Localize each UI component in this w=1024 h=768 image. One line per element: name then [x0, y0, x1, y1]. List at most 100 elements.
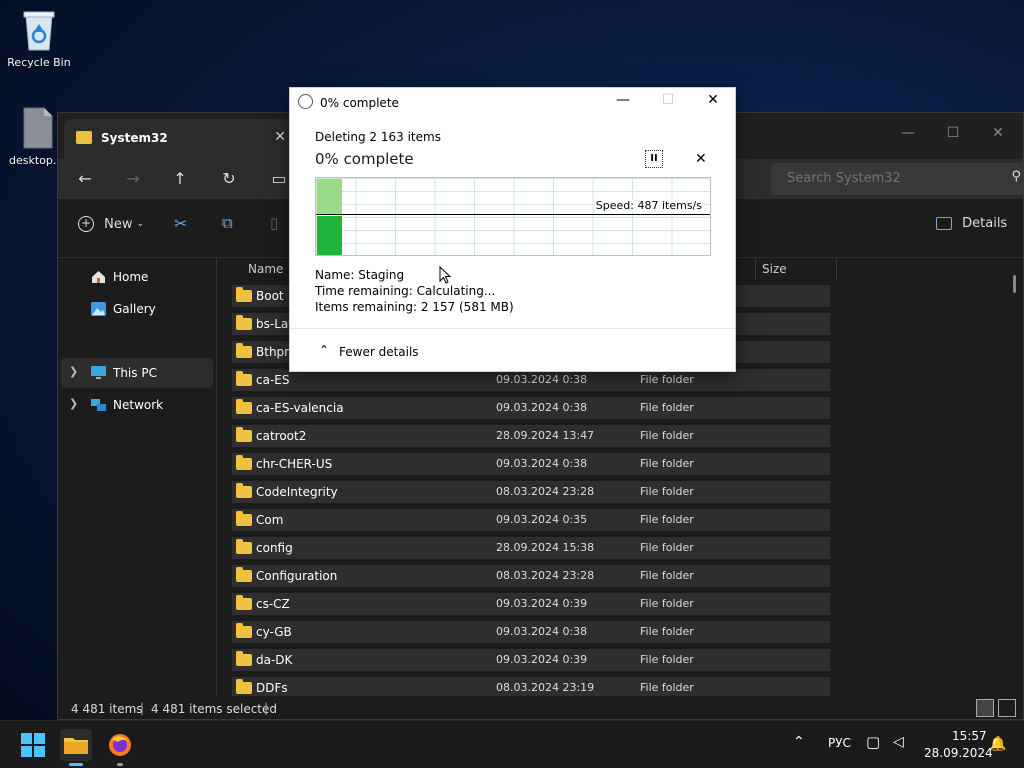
file-name: bs-Lat [256, 317, 293, 331]
dialog-title: 0% complete [320, 96, 399, 110]
table-row[interactable]: CodeIntegrity 08.03.2024 23:28 File folder [232, 481, 830, 503]
sidebar-label-network: Network [113, 398, 164, 412]
sidebar-item-home[interactable]: Home [61, 262, 213, 292]
dialog-minimize-icon[interactable]: — [609, 92, 637, 112]
dialog-maximize-icon: ☐ [661, 92, 675, 108]
details-view-icon[interactable] [976, 699, 994, 717]
progress-fill-light [317, 179, 342, 214]
copy-icon[interactable]: ⧉ [222, 214, 233, 232]
clock-icon [298, 94, 313, 109]
clock-date[interactable]: 28.09.2024 [924, 746, 993, 760]
pc-icon [91, 366, 106, 380]
file-type: File folder [640, 597, 694, 610]
table-row[interactable]: ca-ES-valencia 09.03.2024 0:38 File folder [232, 397, 830, 419]
fewer-details-button[interactable]: Fewer details [339, 345, 419, 359]
table-row[interactable]: Com 09.03.2024 0:35 File folder [232, 509, 830, 531]
file-type: File folder [640, 569, 694, 582]
new-button[interactable]: + New ⌄ [78, 216, 144, 232]
table-row[interactable]: catroot2 28.09.2024 13:47 File folder [232, 425, 830, 447]
pc-address-icon[interactable]: ▭ [267, 167, 291, 191]
file-explorer-taskbar-icon[interactable] [60, 729, 92, 766]
folder-icon [236, 343, 252, 358]
file-type: File folder [640, 541, 694, 554]
folder-icon [236, 483, 252, 498]
folder-icon [236, 287, 252, 302]
network-status-icon[interactable]: ▢ [866, 733, 880, 751]
details-pane-icon [936, 217, 952, 230]
sidebar-label-this-pc: This PC [113, 366, 157, 380]
notification-bell-icon[interactable]: 🔔 [989, 736, 1006, 752]
items-remaining-line: Items remaining: 2 157 (581 MB) [315, 300, 514, 314]
maximize-icon[interactable]: ☐ [933, 119, 973, 147]
folder-icon [76, 131, 92, 144]
up-arrow-icon[interactable]: ↑ [168, 167, 192, 191]
table-row[interactable]: ca-ES 09.03.2024 0:38 File folder [232, 369, 830, 391]
search-icon: ⚲ [1011, 169, 1021, 184]
file-type: File folder [640, 429, 694, 442]
back-arrow-icon[interactable]: ← [73, 167, 97, 191]
item-count: 4 481 items [71, 702, 143, 716]
details-button[interactable]: Details [936, 216, 1007, 231]
file-type: File folder [640, 653, 694, 666]
folder-icon [236, 315, 252, 330]
forward-arrow-icon[interactable]: → [121, 167, 145, 191]
tab-system32[interactable]: System32 ✕ [64, 119, 296, 159]
file-date-modified: 09.03.2024 0:39 [496, 653, 588, 666]
home-icon [91, 270, 106, 284]
table-row[interactable]: cs-CZ 09.03.2024 0:39 File folder [232, 593, 830, 615]
clock-time[interactable]: 15:57 [952, 729, 987, 743]
table-row[interactable]: Configuration 08.03.2024 23:28 File folder [232, 565, 830, 587]
new-label: New [104, 216, 133, 232]
search-input[interactable] [785, 170, 999, 187]
progress-fill-dark [317, 216, 342, 255]
recycle-bin-desktop-icon[interactable]: Recycle Bin [4, 8, 74, 69]
sidebar-item-this-pc[interactable]: ❯ This PC [61, 358, 213, 388]
tab-close-icon[interactable]: ✕ [274, 129, 286, 145]
file-name: catroot2 [256, 429, 307, 443]
file-type: File folder [640, 625, 694, 638]
size-header-label: Size [762, 262, 787, 276]
file-name: Configuration [256, 569, 338, 583]
column-header-name[interactable]: Name [248, 262, 283, 276]
refresh-icon[interactable]: ↻ [217, 167, 241, 191]
chevron-up-icon[interactable]: ⌃ [319, 343, 329, 357]
file-type: File folder [640, 485, 694, 498]
dialog-close-icon[interactable]: ✕ [699, 92, 727, 112]
running-app-indicator [117, 763, 123, 766]
file-name: Boot [256, 289, 284, 303]
file-type: File folder [640, 401, 694, 414]
pause-button[interactable]: II [645, 150, 663, 168]
table-row[interactable]: config 28.09.2024 15:38 File folder [232, 537, 830, 559]
paste-icon[interactable]: ▯ [270, 214, 278, 232]
file-name: chr-CHER-US [256, 457, 333, 471]
file-date-modified: 08.03.2024 23:28 [496, 569, 595, 582]
table-row[interactable]: da-DK 09.03.2024 0:39 File folder [232, 649, 830, 671]
language-indicator[interactable]: РУС [828, 736, 851, 750]
speed-graph: Speed: 487 items/s [315, 177, 711, 256]
firefox-icon[interactable] [104, 729, 136, 766]
file-name: config [256, 541, 293, 555]
folder-icon [236, 455, 252, 470]
name-line: Name: Staging [315, 268, 405, 282]
file-date-modified: 28.09.2024 15:38 [496, 541, 595, 554]
cut-icon[interactable]: ✂ [174, 214, 187, 233]
sidebar-item-gallery[interactable]: Gallery [61, 294, 213, 324]
pane-splitter[interactable] [216, 258, 217, 696]
scrollbar-thumb[interactable] [1013, 275, 1016, 293]
tiles-view-icon[interactable] [998, 699, 1016, 717]
table-row[interactable]: chr-CHER-US 09.03.2024 0:38 File folder [232, 453, 830, 475]
column-header-size[interactable]: Size [755, 258, 837, 280]
volume-muted-icon[interactable]: ◁ [893, 734, 904, 750]
close-window-icon[interactable]: ✕ [978, 119, 1018, 147]
chevron-up-tray-icon[interactable]: ⌃ [793, 734, 805, 750]
details-label: Details [962, 216, 1008, 231]
folder-icon [236, 539, 252, 554]
sidebar-item-network[interactable]: ❯ Network [61, 390, 213, 420]
file-type: File folder [640, 513, 694, 526]
table-row[interactable]: DDFs 08.03.2024 23:19 File folder [232, 677, 830, 696]
minimize-icon[interactable]: — [888, 119, 928, 147]
table-row[interactable]: cy-GB 09.03.2024 0:38 File folder [232, 621, 830, 643]
start-windows-icon[interactable] [17, 729, 49, 761]
cancel-operation-icon[interactable]: ✕ [695, 151, 707, 167]
search-box[interactable]: ⚲ [771, 163, 1024, 195]
